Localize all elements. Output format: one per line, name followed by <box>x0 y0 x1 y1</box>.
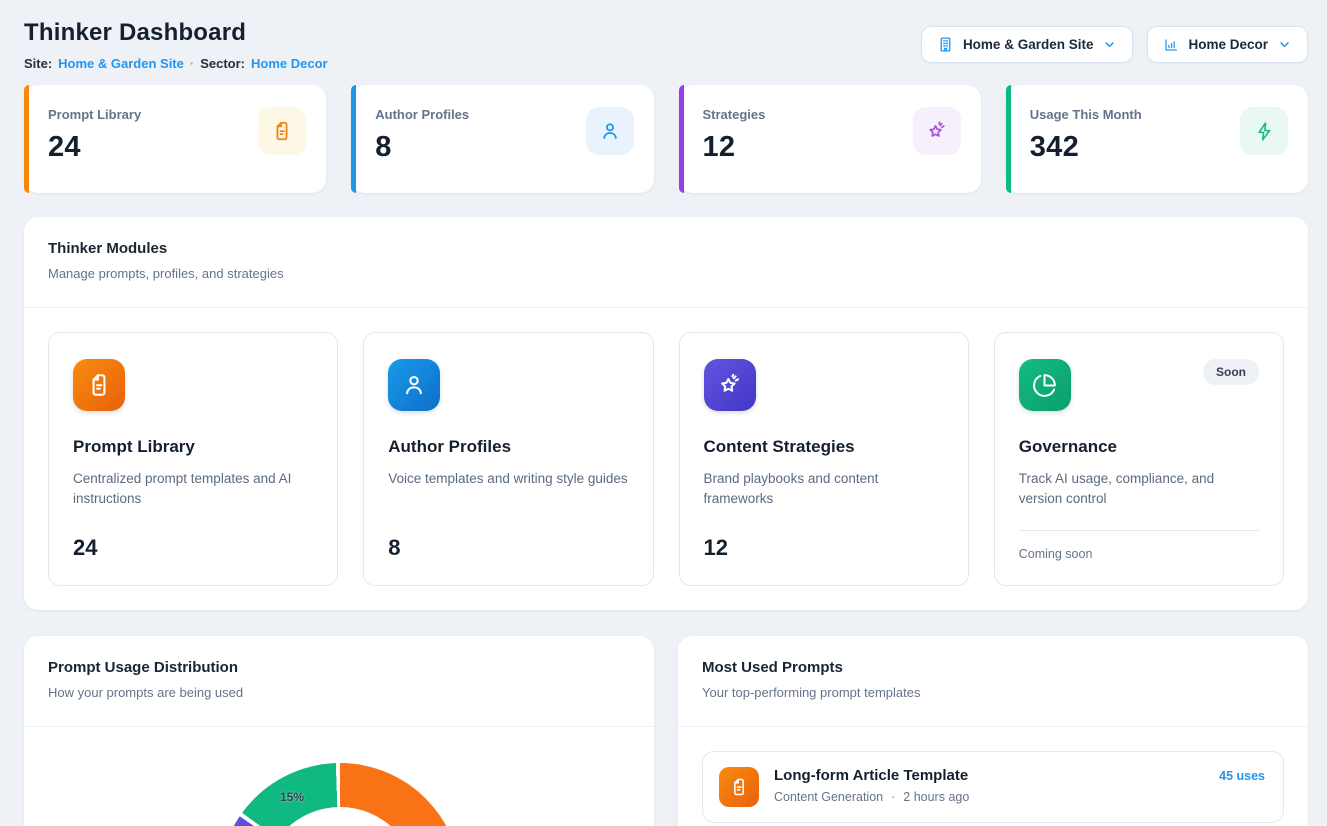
stat-card-strategies[interactable]: Strategies 12 <box>679 85 981 193</box>
prompt-timestamp: 2 hours ago <box>903 790 969 804</box>
prompt-usage-distribution-panel: Prompt Usage Distribution How your promp… <box>24 636 654 826</box>
chevron-down-icon <box>1277 37 1292 52</box>
prompt-meta: Content Generation · 2 hours ago <box>774 790 1265 804</box>
document-icon <box>719 767 759 807</box>
most-used-prompts-panel: Most Used Prompts Your top-performing pr… <box>678 636 1308 826</box>
stat-info: Usage This Month 342 <box>1030 107 1142 193</box>
site-link[interactable]: Home & Garden Site <box>58 55 184 73</box>
module-description: Voice templates and writing style guides <box>388 469 628 489</box>
thinker-modules-panel: Thinker Modules Manage prompts, profiles… <box>24 217 1308 610</box>
stat-value: 24 <box>48 131 141 164</box>
bottom-row: Prompt Usage Distribution How your promp… <box>24 636 1308 826</box>
usage-title: Prompt Usage Distribution <box>48 658 630 678</box>
stat-info: Author Profiles 8 <box>375 107 469 193</box>
donut-chart[interactable]: 15% <box>219 763 461 826</box>
sector-link[interactable]: Home Decor <box>251 55 328 73</box>
prompt-title: Long-form Article Template <box>774 767 968 784</box>
donut-segment-label: 15% <box>280 790 304 804</box>
soon-badge: Soon <box>1203 359 1259 385</box>
module-title: Prompt Library <box>73 437 313 457</box>
stat-cards-row: Prompt Library 24 Author Profiles 8 Stra… <box>24 85 1308 193</box>
pie-chart-icon <box>1019 359 1071 411</box>
module-title: Content Strategies <box>704 437 944 457</box>
header-left: Thinker Dashboard Site: Home & Garden Si… <box>24 18 328 73</box>
star-icon <box>913 107 961 155</box>
module-title: Governance <box>1019 437 1259 457</box>
most-used-subtitle: Your top-performing prompt templates <box>702 684 1284 702</box>
stat-label: Strategies <box>703 107 766 122</box>
chevron-down-icon <box>1102 37 1117 52</box>
prompt-category: Content Generation <box>774 790 883 804</box>
stat-value: 12 <box>703 131 766 164</box>
separator-dot: · <box>190 55 194 73</box>
module-description: Centralized prompt templates and AI inst… <box>73 469 313 510</box>
usage-header: Prompt Usage Distribution How your promp… <box>24 636 654 727</box>
bar-chart-icon <box>1163 37 1179 53</box>
modules-subtitle: Manage prompts, profiles, and strategies <box>48 265 1284 283</box>
document-icon <box>258 107 306 155</box>
header-selectors: Home & Garden Site Home Decor <box>921 26 1308 63</box>
modules-title: Thinker Modules <box>48 239 1284 259</box>
module-title: Author Profiles <box>388 437 628 457</box>
site-selector-label: Home & Garden Site <box>963 37 1094 52</box>
module-card-author-profiles[interactable]: Author Profiles Voice templates and writ… <box>363 332 653 586</box>
lightning-icon <box>1240 107 1288 155</box>
stat-info: Strategies 12 <box>703 107 766 193</box>
breadcrumb: Site: Home & Garden Site · Sector: Home … <box>24 55 328 73</box>
module-description: Track AI usage, compliance, and version … <box>1019 469 1259 510</box>
module-count: 12 <box>704 535 944 561</box>
stat-value: 8 <box>375 131 469 164</box>
sector-selector-dropdown[interactable]: Home Decor <box>1147 26 1308 63</box>
coming-soon-text: Coming soon <box>1019 547 1259 561</box>
divider <box>1019 530 1259 531</box>
stat-card-usage-this-month[interactable]: Usage This Month 342 <box>1006 85 1308 193</box>
module-description: Brand playbooks and content frameworks <box>704 469 944 510</box>
modules-header: Thinker Modules Manage prompts, profiles… <box>24 217 1308 308</box>
list-item-long-form-article-template[interactable]: Long-form Article Template 45 uses Conte… <box>702 751 1284 823</box>
stat-card-prompt-library[interactable]: Prompt Library 24 <box>24 85 326 193</box>
stat-label: Usage This Month <box>1030 107 1142 122</box>
module-card-content-strategies[interactable]: Content Strategies Brand playbooks and c… <box>679 332 969 586</box>
stat-value: 342 <box>1030 131 1142 164</box>
usage-subtitle: How your prompts are being used <box>48 684 630 702</box>
site-label: Site: <box>24 55 52 73</box>
stat-label: Prompt Library <box>48 107 141 122</box>
user-icon <box>586 107 634 155</box>
top-bar: Thinker Dashboard Site: Home & Garden Si… <box>24 18 1308 73</box>
page-title: Thinker Dashboard <box>24 18 328 48</box>
user-icon <box>388 359 440 411</box>
modules-grid: Prompt Library Centralized prompt templa… <box>24 308 1308 610</box>
site-selector-dropdown[interactable]: Home & Garden Site <box>921 26 1134 63</box>
stat-label: Author Profiles <box>375 107 469 122</box>
sector-selector-label: Home Decor <box>1188 37 1268 52</box>
module-card-prompt-library[interactable]: Prompt Library Centralized prompt templa… <box>48 332 338 586</box>
prompt-list: Long-form Article Template 45 uses Conte… <box>678 727 1308 826</box>
most-used-header: Most Used Prompts Your top-performing pr… <box>678 636 1308 727</box>
separator-dot: · <box>891 790 895 804</box>
document-icon <box>73 359 125 411</box>
most-used-title: Most Used Prompts <box>702 658 1284 678</box>
uses-badge: 45 uses <box>1219 769 1265 783</box>
sector-label: Sector: <box>200 55 245 73</box>
module-card-governance[interactable]: Soon Governance Track AI usage, complian… <box>994 332 1284 586</box>
building-icon <box>937 36 954 53</box>
donut-chart-area: 15% <box>24 727 654 826</box>
module-count: 24 <box>73 535 313 561</box>
stat-info: Prompt Library 24 <box>48 107 141 193</box>
star-icon <box>704 359 756 411</box>
stat-card-author-profiles[interactable]: Author Profiles 8 <box>351 85 653 193</box>
module-count: 8 <box>388 535 628 561</box>
module-footer: Coming soon <box>1019 530 1259 561</box>
